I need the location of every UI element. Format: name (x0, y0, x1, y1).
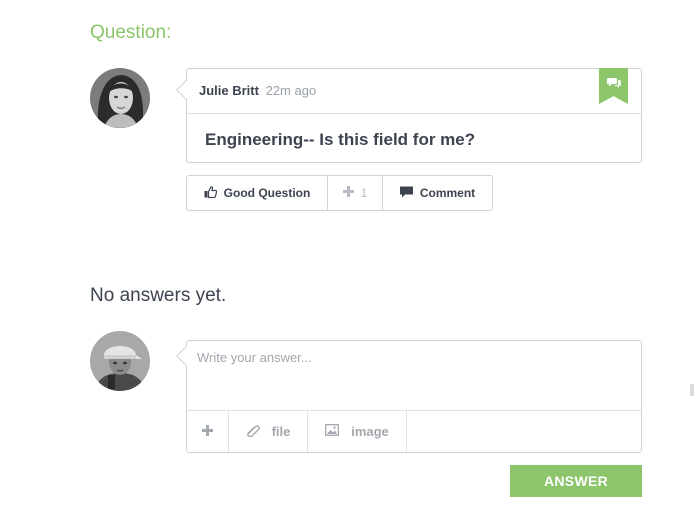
asker-avatar[interactable] (90, 68, 150, 128)
plus-count: 1 (360, 186, 368, 200)
image-icon (325, 424, 340, 439)
no-answers-message: No answers yet. (90, 285, 227, 306)
answer-input[interactable] (187, 341, 641, 411)
thumbs-up-icon (204, 185, 217, 201)
answer-toolbar: file image (187, 410, 641, 452)
question-actions: Good Question 1 Comment (186, 175, 493, 211)
image-label: image (351, 424, 389, 439)
paperclip-icon (246, 424, 260, 440)
question-meta: Julie Britt 22m ago (187, 68, 641, 114)
question-heading: Question: (90, 22, 172, 43)
good-question-label: Good Question (223, 186, 311, 200)
current-user-avatar[interactable] (90, 331, 150, 391)
comment-label: Comment (419, 186, 476, 200)
add-attachment-button[interactable] (187, 411, 229, 452)
file-label: file (271, 424, 291, 439)
chat-bubbles-icon (599, 68, 628, 104)
scrollbar-thumb[interactable] (690, 384, 694, 396)
comment-button[interactable]: Comment (383, 176, 492, 210)
good-question-button[interactable]: Good Question (187, 176, 328, 210)
attach-file-button[interactable]: file (229, 411, 308, 452)
answer-submit-button[interactable]: ANSWER (510, 465, 642, 497)
plus-one-button[interactable]: 1 (328, 176, 383, 210)
question-card: Julie Britt 22m ago Engineering-- Is thi… (176, 68, 642, 166)
plus-icon (342, 186, 354, 200)
comment-bubble-icon (399, 186, 413, 201)
attach-image-button[interactable]: image (308, 411, 407, 452)
post-time: 22m ago (265, 83, 317, 98)
plus-icon (202, 424, 213, 439)
question-title[interactable]: Engineering-- Is this field for me? (187, 114, 641, 166)
author-name[interactable]: Julie Britt (199, 83, 259, 98)
answer-form: file image (176, 340, 642, 453)
